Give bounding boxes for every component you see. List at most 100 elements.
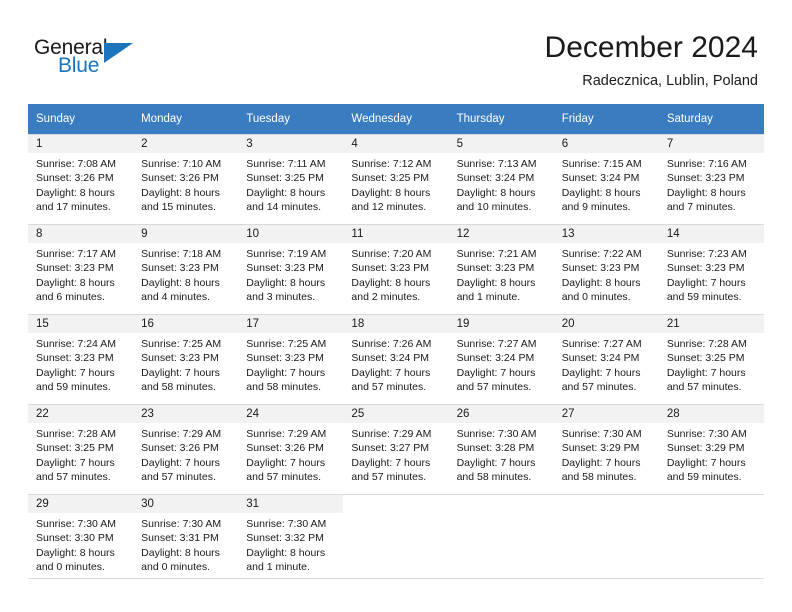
daylight-text-line1: Daylight: 7 hours [246,366,326,379]
day-details: Sunrise: 7:30 AM Sunset: 3:29 PM Dayligh… [554,423,659,485]
sunrise-text: Sunrise: 7:10 AM [141,158,222,170]
sunrise-text: Sunrise: 7:25 AM [141,338,222,350]
calendar-day-cell[interactable]: 13 Sunrise: 7:22 AM Sunset: 3:23 PM Dayl… [553,224,659,314]
calendar-bottom-divider [28,578,764,579]
calendar-day-cell[interactable]: 19 Sunrise: 7:27 AM Sunset: 3:24 PM Dayl… [448,314,554,404]
day-details: Sunrise: 7:30 AM Sunset: 3:29 PM Dayligh… [659,423,764,485]
sunrise-text: Sunrise: 7:30 AM [561,428,642,440]
calendar-day-cell[interactable]: 14 Sunrise: 7:23 AM Sunset: 3:23 PM Dayl… [658,224,764,314]
daylight-text-line2: and 2 minutes. [351,291,421,304]
calendar-day-cell[interactable]: 5 Sunrise: 7:13 AM Sunset: 3:24 PM Dayli… [448,134,554,224]
day-number: 29 [28,494,134,513]
daylight-text-line2: and 59 minutes. [36,381,111,394]
sunset-text: Sunset: 3:24 PM [561,352,640,365]
calendar-day-cell[interactable]: 16 Sunrise: 7:25 AM Sunset: 3:23 PM Dayl… [133,314,239,404]
daylight-text-line1: Daylight: 7 hours [561,456,641,469]
calendar-day-cell[interactable]: 9 Sunrise: 7:18 AM Sunset: 3:23 PM Dayli… [133,224,239,314]
daylight-text-line2: and 58 minutes. [561,471,637,484]
sunrise-text: Sunrise: 7:17 AM [36,248,116,260]
calendar-day-cell[interactable]: 7 Sunrise: 7:16 AM Sunset: 3:23 PM Dayli… [658,134,764,224]
sunset-text: Sunset: 3:25 PM [351,172,430,185]
calendar-week-row: 8 Sunrise: 7:17 AM Sunset: 3:23 PM Dayli… [28,224,764,314]
sunrise-text: Sunrise: 7:19 AM [246,248,327,260]
day-cell-inner: 20 Sunrise: 7:27 AM Sunset: 3:24 PM Dayl… [553,314,659,404]
day-cell-inner [343,494,449,584]
calendar-day-cell[interactable]: 15 Sunrise: 7:24 AM Sunset: 3:23 PM Dayl… [28,314,134,404]
day-cell-inner: 9 Sunrise: 7:18 AM Sunset: 3:23 PM Dayli… [133,224,239,314]
day-cell-inner: 5 Sunrise: 7:13 AM Sunset: 3:24 PM Dayli… [448,134,554,224]
daylight-text-line2: and 58 minutes. [141,381,216,394]
daylight-text-line2: and 57 minutes. [36,471,111,484]
day-number: 12 [448,224,554,243]
calendar-day-cell[interactable]: 12 Sunrise: 7:21 AM Sunset: 3:23 PM Dayl… [448,224,554,314]
calendar-day-cell[interactable]: 24 Sunrise: 7:29 AM Sunset: 3:26 PM Dayl… [238,404,344,494]
sunset-text: Sunset: 3:32 PM [246,532,324,545]
calendar-day-cell[interactable]: 23 Sunrise: 7:29 AM Sunset: 3:26 PM Dayl… [133,404,239,494]
sunset-text: Sunset: 3:24 PM [561,172,640,185]
calendar-day-cell[interactable]: 20 Sunrise: 7:27 AM Sunset: 3:24 PM Dayl… [553,314,659,404]
calendar-day-cell[interactable]: 21 Sunrise: 7:28 AM Sunset: 3:25 PM Dayl… [658,314,764,404]
day-details: Sunrise: 7:11 AM Sunset: 3:25 PM Dayligh… [238,153,343,215]
day-number: 1 [28,134,134,153]
calendar-day-cell[interactable]: 2 Sunrise: 7:10 AM Sunset: 3:26 PM Dayli… [133,134,239,224]
calendar-week-row: 1 Sunrise: 7:08 AM Sunset: 3:26 PM Dayli… [28,134,764,224]
calendar-day-cell[interactable]: 3 Sunrise: 7:11 AM Sunset: 3:25 PM Dayli… [238,134,344,224]
calendar-day-cell[interactable]: 17 Sunrise: 7:25 AM Sunset: 3:23 PM Dayl… [238,314,344,404]
calendar-day-cell[interactable]: 8 Sunrise: 7:17 AM Sunset: 3:23 PM Dayli… [28,224,134,314]
calendar-day-cell[interactable]: 28 Sunrise: 7:30 AM Sunset: 3:29 PM Dayl… [658,404,764,494]
calendar-day-cell[interactable]: 1 Sunrise: 7:08 AM Sunset: 3:26 PM Dayli… [28,134,134,224]
day-cell-inner: 26 Sunrise: 7:30 AM Sunset: 3:28 PM Dayl… [448,404,554,494]
calendar-day-cell[interactable]: 6 Sunrise: 7:15 AM Sunset: 3:24 PM Dayli… [553,134,659,224]
daylight-text-line2: and 3 minutes. [246,291,316,304]
sunrise-text: Sunrise: 7:11 AM [246,158,326,170]
calendar-day-cell[interactable]: 31 Sunrise: 7:30 AM Sunset: 3:32 PM Dayl… [238,494,344,584]
calendar-day-cell-empty [553,494,659,584]
calendar-day-cell[interactable]: 11 Sunrise: 7:20 AM Sunset: 3:23 PM Dayl… [343,224,449,314]
calendar-page: General Blue December 2024 Radecznica, L… [0,0,792,612]
day-cell-inner: 2 Sunrise: 7:10 AM Sunset: 3:26 PM Dayli… [133,134,239,224]
daylight-text-line2: and 14 minutes. [246,201,321,214]
sunset-text: Sunset: 3:24 PM [351,352,430,365]
daylight-text-line2: and 4 minutes. [141,291,211,304]
sunset-text: Sunset: 3:23 PM [246,262,324,275]
day-number: 15 [28,314,134,333]
general-blue-logo[interactable]: General Blue [34,36,214,88]
calendar-week-row: 15 Sunrise: 7:24 AM Sunset: 3:23 PM Dayl… [28,314,764,404]
day-number: 9 [133,224,239,243]
calendar-week-row: 29 Sunrise: 7:30 AM Sunset: 3:30 PM Dayl… [28,494,764,584]
day-number: 20 [553,314,659,333]
daylight-text-line2: and 57 minutes. [351,381,427,394]
day-cell-inner [553,494,659,584]
daylight-text-line2: and 7 minutes. [666,201,736,214]
calendar-day-cell[interactable]: 22 Sunrise: 7:28 AM Sunset: 3:25 PM Dayl… [28,404,134,494]
sunrise-text: Sunrise: 7:22 AM [561,248,642,260]
sunrise-text: Sunrise: 7:20 AM [351,248,432,260]
sunset-text: Sunset: 3:23 PM [36,262,114,275]
day-details: Sunrise: 7:27 AM Sunset: 3:24 PM Dayligh… [449,333,554,395]
calendar-day-cell[interactable]: 26 Sunrise: 7:30 AM Sunset: 3:28 PM Dayl… [448,404,554,494]
daylight-text-line1: Daylight: 7 hours [36,456,115,469]
day-details: Sunrise: 7:22 AM Sunset: 3:23 PM Dayligh… [554,243,659,305]
day-number: 14 [658,224,764,243]
day-details: Sunrise: 7:29 AM Sunset: 3:27 PM Dayligh… [343,423,448,485]
day-cell-inner: 13 Sunrise: 7:22 AM Sunset: 3:23 PM Dayl… [553,224,659,314]
day-number: 5 [448,134,554,153]
calendar-day-cell[interactable]: 30 Sunrise: 7:30 AM Sunset: 3:31 PM Dayl… [133,494,239,584]
calendar-day-cell[interactable]: 25 Sunrise: 7:29 AM Sunset: 3:27 PM Dayl… [343,404,449,494]
calendar-day-cell[interactable]: 27 Sunrise: 7:30 AM Sunset: 3:29 PM Dayl… [553,404,659,494]
day-cell-inner: 30 Sunrise: 7:30 AM Sunset: 3:31 PM Dayl… [133,494,239,584]
calendar-day-cell[interactable]: 10 Sunrise: 7:19 AM Sunset: 3:23 PM Dayl… [238,224,344,314]
sunrise-text: Sunrise: 7:13 AM [456,158,537,170]
sunset-text: Sunset: 3:23 PM [351,262,430,275]
daylight-text-line2: and 9 minutes. [561,201,631,214]
sunrise-text: Sunrise: 7:25 AM [246,338,327,350]
calendar-day-cell[interactable]: 4 Sunrise: 7:12 AM Sunset: 3:25 PM Dayli… [343,134,449,224]
calendar-day-cell[interactable]: 18 Sunrise: 7:26 AM Sunset: 3:24 PM Dayl… [343,314,449,404]
day-number: 21 [658,314,764,333]
day-number: 10 [238,224,344,243]
sunrise-text: Sunrise: 7:24 AM [36,338,116,350]
day-number [343,494,449,513]
day-details: Sunrise: 7:30 AM Sunset: 3:31 PM Dayligh… [133,513,238,575]
sunrise-text: Sunrise: 7:18 AM [141,248,222,260]
calendar-day-cell[interactable]: 29 Sunrise: 7:30 AM Sunset: 3:30 PM Dayl… [28,494,134,584]
